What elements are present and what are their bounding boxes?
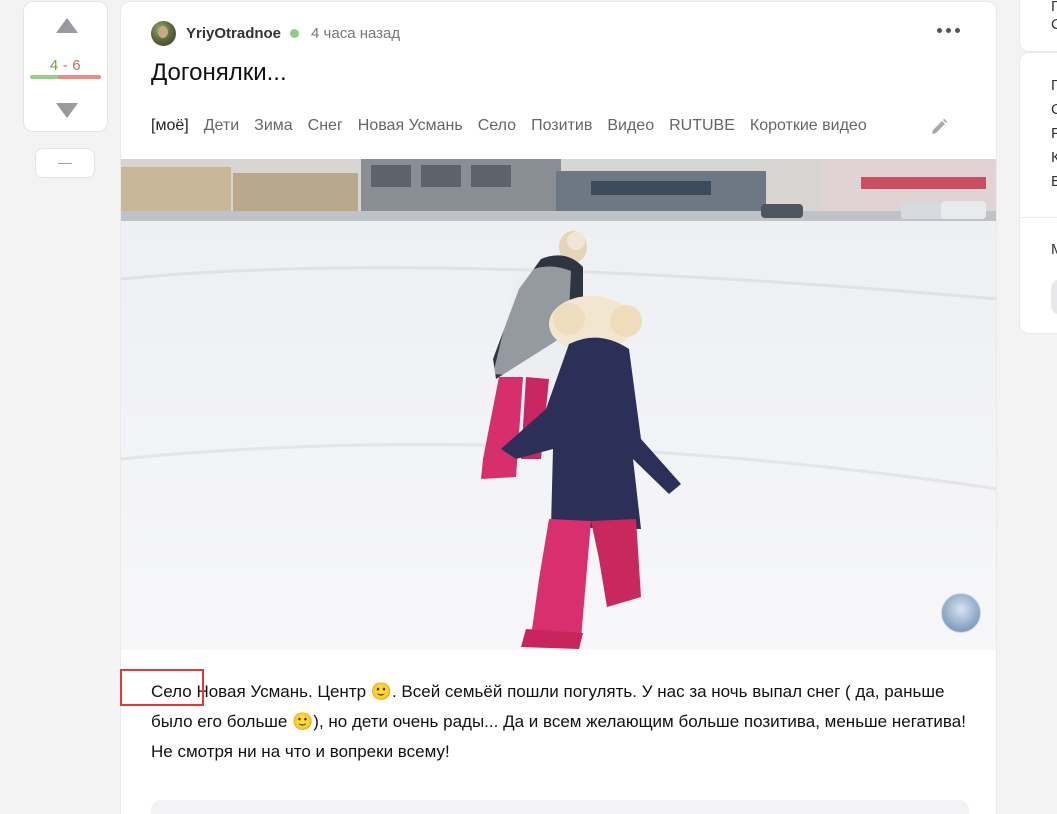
story-title[interactable]: Догонялки... [151, 59, 287, 87]
sidebar-block: П С Р К В М [1019, 52, 1057, 334]
channel-badge-icon[interactable] [941, 593, 981, 633]
video-thumbnail [121, 159, 996, 650]
rating-bar-positive [30, 75, 59, 79]
author-name[interactable]: YriyOtradnoe [186, 25, 281, 42]
tag-item[interactable]: Зима [254, 117, 293, 135]
rating-ratio-bar [30, 75, 101, 79]
rating-separator: - [62, 57, 69, 74]
sidebar-text[interactable]: Р [1051, 125, 1057, 142]
tag-item[interactable]: Снег [308, 117, 343, 135]
downvote-arrow-icon[interactable] [56, 103, 78, 118]
upvote-arrow-icon[interactable] [56, 18, 78, 33]
sidebar-text[interactable]: К [1051, 149, 1057, 166]
author-avatar[interactable] [151, 21, 176, 46]
story-card: YriyOtradnoe 4 часа назад Догонялки... [… [120, 1, 997, 814]
tag-item[interactable]: [моё] [151, 117, 189, 135]
rating-plus: 4 [49, 57, 59, 74]
sidebar-text: С [1051, 16, 1057, 33]
tag-item[interactable]: Видео [607, 117, 654, 135]
sidebar-text: Г [1051, 0, 1057, 15]
tag-item[interactable]: Короткие видео [750, 117, 867, 135]
tag-item[interactable]: RUTUBE [669, 117, 735, 135]
story-tags: [моё] Дети Зима Снег Новая Усмань Село П… [151, 117, 882, 135]
story-text: Село Новая Усмань. Центр 🙂. Всей семьёй … [151, 682, 966, 761]
sidebar-text[interactable]: П [1051, 77, 1057, 94]
save-button[interactable]: — [35, 148, 95, 178]
sidebar-text: М [1051, 241, 1057, 258]
rating-bar-negative [58, 75, 101, 79]
sidebar-divider [1020, 217, 1057, 218]
comments-block [151, 800, 969, 814]
story-author[interactable]: YriyOtradnoe 4 часа назад [151, 21, 400, 46]
online-status-icon [290, 29, 300, 38]
sidebar-button[interactable] [1051, 279, 1057, 315]
sidebar-text[interactable]: С [1051, 101, 1057, 118]
sidebar-top-block: Г С [1019, 0, 1057, 52]
tag-item[interactable]: Позитив [531, 117, 592, 135]
tag-item[interactable]: Село [478, 117, 516, 135]
rating-minus: 6 [72, 57, 82, 74]
sidebar-text[interactable]: В [1051, 173, 1057, 190]
video-player[interactable] [121, 159, 996, 650]
tag-item[interactable]: Дети [204, 117, 239, 135]
tag-item[interactable]: Новая Усмань [358, 117, 463, 135]
edit-tags-pencil-icon[interactable] [929, 117, 949, 137]
more-options-icon[interactable] [937, 24, 960, 37]
rating-widget: 4-6 [23, 1, 108, 132]
rating-score: 4-6 [24, 57, 107, 74]
post-time[interactable]: 4 часа назад [311, 25, 400, 42]
